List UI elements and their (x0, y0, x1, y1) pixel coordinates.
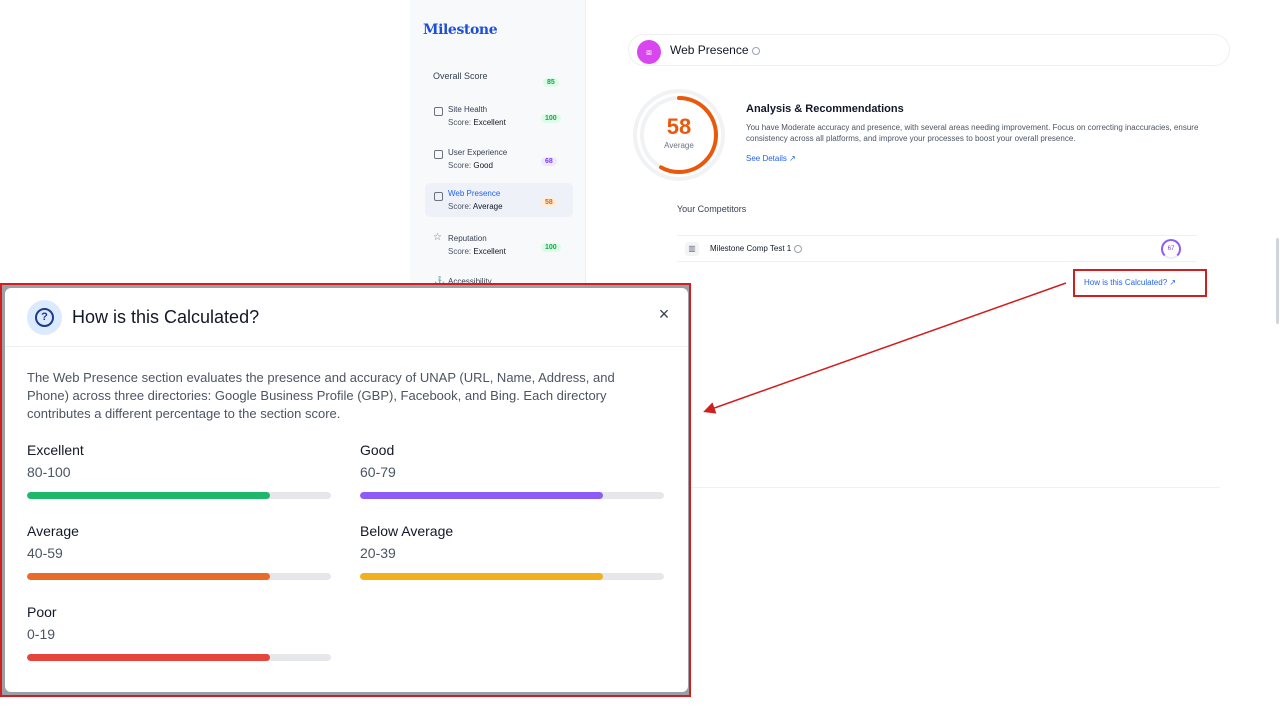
tier-bar (360, 573, 664, 580)
web-presence-icon (434, 192, 443, 201)
section-title: Web Presence (670, 43, 760, 57)
competitors-title: Your Competitors (677, 204, 747, 214)
tier-bar-fill (27, 654, 271, 661)
sidebar-item-badge: 100 (541, 243, 561, 252)
sidebar-item-score: Score: Average (448, 202, 503, 211)
how-calculated-link[interactable]: How is this Calculated? ↗ (1084, 278, 1176, 287)
tier-below-average: Below Average 20-39 (360, 523, 664, 583)
tier-name: Below Average (360, 523, 454, 539)
overall-score-label: Overall Score (433, 71, 488, 81)
section-header: ⧈ Web Presence (628, 34, 1230, 66)
sidebar-item-score: Score: Good (448, 161, 493, 170)
modal-icon-badge: ? (27, 300, 62, 335)
sidebar-item-site-health[interactable]: Site Health Score: Excellent 100 (425, 100, 573, 134)
modal-title: How is this Calculated? (72, 307, 260, 327)
browser-icon (434, 150, 443, 159)
tier-range: 0-19 (27, 626, 56, 642)
heart-pulse-icon (434, 107, 443, 116)
sidebar: Milestone Overall Score 85 Site Health S… (410, 0, 586, 290)
sidebar-item-score: Score: Excellent (448, 247, 506, 256)
tier-bar (360, 492, 664, 499)
tier-range: 40-59 (27, 545, 63, 561)
sidebar-item-label: User Experience (448, 148, 508, 157)
web-presence-icon: ⧈ (637, 40, 661, 64)
tier-range: 80-100 (27, 464, 71, 480)
tier-range: 60-79 (360, 464, 396, 480)
sidebar-item-web-presence[interactable]: Web Presence Score: Average 58 (425, 183, 573, 217)
sidebar-item-badge: 58 (541, 198, 557, 207)
overall-score-badge: 85 (543, 78, 559, 87)
tier-average: Average 40-59 (27, 523, 331, 583)
highlight-box: How is this Calculated? ↗ (1073, 269, 1207, 297)
how-calculated-modal: ? How is this Calculated? × The Web Pres… (5, 288, 688, 692)
tier-poor: Poor 0-19 (27, 604, 331, 664)
analysis-title: Analysis & Recommendations (746, 103, 904, 115)
analysis-text: You have Moderate accuracy and presence,… (746, 123, 1199, 143)
tier-name: Excellent (27, 442, 84, 458)
modal-header: ? How is this Calculated? × (5, 288, 688, 347)
tier-name: Average (27, 523, 79, 539)
tier-bar-fill (360, 492, 604, 499)
tier-bar-fill (27, 573, 271, 580)
sidebar-item-label: Web Presence (448, 189, 501, 198)
score-value: 58 (666, 114, 692, 139)
close-icon[interactable]: × (654, 304, 674, 324)
tier-bar-fill (360, 573, 604, 580)
tier-name: Good (360, 442, 395, 458)
tier-excellent: Excellent 80-100 (27, 442, 331, 502)
sidebar-item-score: Score: Excellent (448, 118, 506, 127)
tier-good: Good 60-79 (360, 442, 664, 502)
info-icon[interactable] (794, 244, 803, 253)
scrollbar[interactable] (1276, 238, 1279, 324)
milestone-logo[interactable]: Milestone (423, 22, 498, 38)
tier-bar (27, 492, 331, 499)
screenshot-stage: Milestone Overall Score 85 Site Health S… (0, 0, 1280, 720)
competitor-score: 67 (1161, 239, 1181, 259)
sidebar-item-badge: 68 (541, 157, 557, 166)
modal-highlight-frame: ? How is this Calculated? × The Web Pres… (0, 283, 691, 697)
sidebar-item-label: Reputation (448, 234, 487, 243)
sidebar-item-label: Site Health (448, 105, 488, 114)
tier-bar (27, 654, 331, 661)
building-icon: ▥ (685, 242, 699, 256)
tier-name: Poor (27, 604, 57, 620)
star-icon: ☆ (433, 232, 442, 243)
question-icon: ? (35, 308, 54, 327)
competitor-row[interactable]: ▥ Milestone Comp Test 1 67 (677, 235, 1197, 262)
tier-bar (27, 573, 331, 580)
competitor-name: Milestone Comp Test 1 (710, 244, 803, 253)
see-details-link[interactable]: See Details ↗ (746, 154, 796, 163)
tier-bar-fill (27, 492, 271, 499)
modal-description: The Web Presence section evaluates the p… (27, 370, 615, 421)
sidebar-item-reputation[interactable]: ☆ Reputation Score: Excellent 100 (425, 229, 573, 263)
score-label: Average (664, 141, 694, 150)
tier-range: 20-39 (360, 545, 396, 561)
info-icon[interactable] (751, 46, 760, 55)
sidebar-item-badge: 100 (541, 114, 561, 123)
sidebar-item-user-experience[interactable]: User Experience Score: Good 68 (425, 143, 573, 177)
divider (690, 487, 1220, 488)
